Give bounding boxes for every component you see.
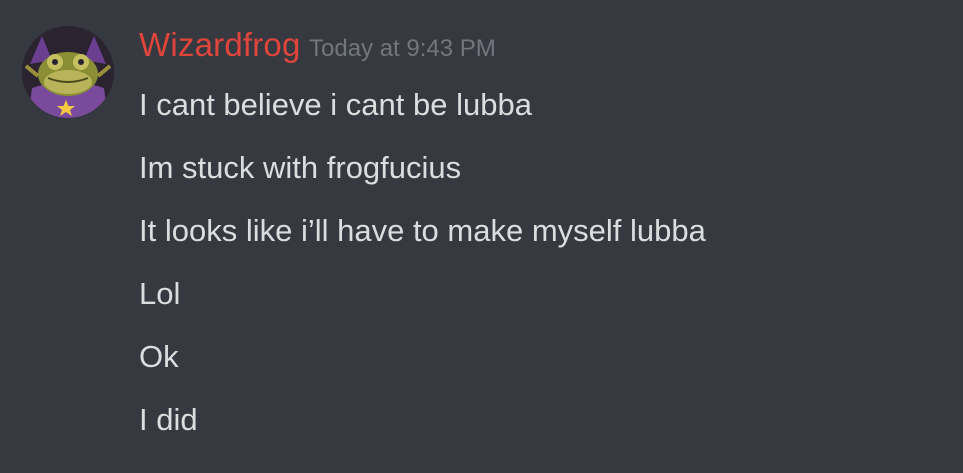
message-text: Ok: [139, 339, 179, 374]
username[interactable]: Wizardfrog: [139, 26, 301, 63]
timestamp[interactable]: Today at 9:43 PM: [309, 35, 496, 62]
frog-wizard-avatar-icon: [22, 26, 114, 118]
message-text: I did: [139, 402, 198, 437]
message-list: I cant believe i cant be lubba Im stuck …: [139, 84, 706, 462]
message-group: Wizardfrog Today at 9:43 PM I cant belie…: [0, 0, 963, 473]
message-text: Im stuck with frogfucius: [139, 150, 462, 185]
message-text: Lol: [139, 276, 181, 311]
message-text: I cant believe i cant be lubba: [139, 87, 532, 122]
message-text: It looks like i’ll have to make myself l…: [139, 213, 706, 248]
user-avatar[interactable]: [22, 26, 114, 118]
message-header: Wizardfrog Today at 9:43 PM: [139, 28, 496, 61]
